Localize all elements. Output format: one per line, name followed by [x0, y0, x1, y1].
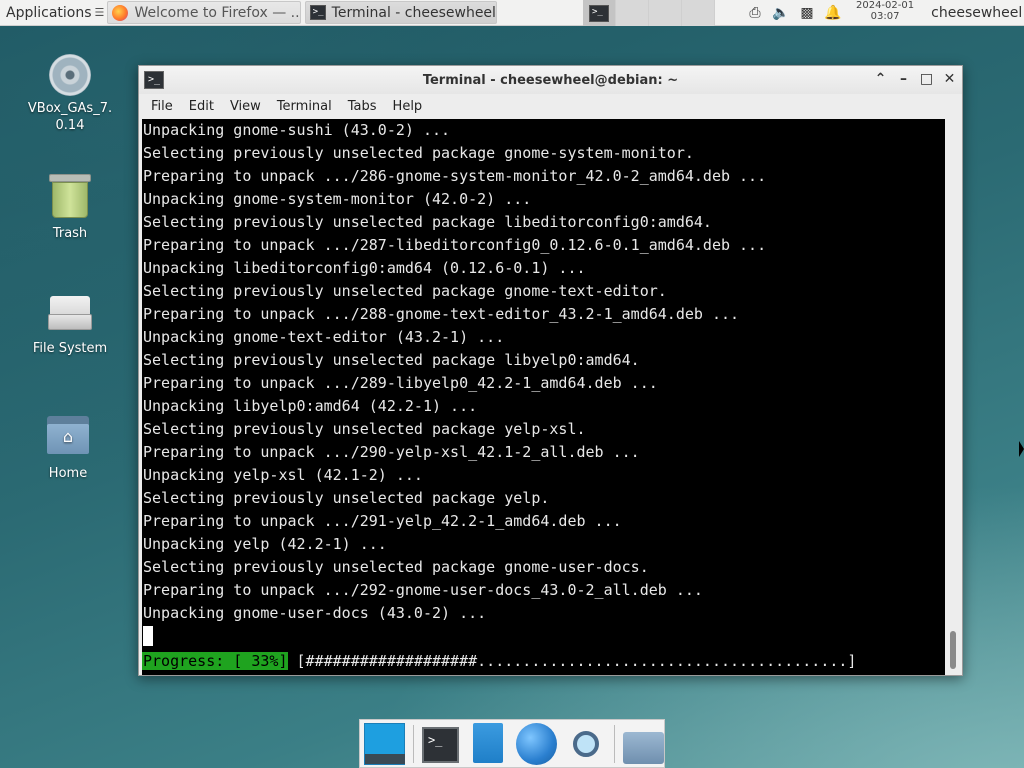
web-browser-icon[interactable] — [516, 722, 558, 765]
menu-help[interactable]: Help — [385, 99, 431, 114]
applications-menu[interactable]: Applications ☰ — [0, 0, 105, 25]
terminal-window: >_ Terminal - cheesewheel@debian: ~ ⌃ – … — [138, 65, 963, 676]
clock[interactable]: 2024-02-01 03:07 — [851, 0, 919, 25]
user-menu[interactable]: cheesewheel — [927, 0, 1024, 25]
workspace-switcher: >_ — [582, 0, 715, 26]
notification-bell-icon[interactable]: 🔔 — [824, 5, 841, 21]
terminal-line: Preparing to unpack .../292-gnome-user-d… — [143, 581, 703, 599]
desktop-icon-trash[interactable]: Trash — [25, 174, 115, 241]
battery-icon[interactable]: ▩ — [799, 5, 815, 21]
maximize-button[interactable]: □ — [918, 70, 935, 88]
task-label: Welcome to Firefox — ... — [134, 4, 301, 21]
terminal-line: Unpacking gnome-user-docs (43.0-2) ... — [143, 604, 487, 622]
terminal-icon: >_ — [309, 5, 326, 20]
terminal-cursor — [143, 626, 153, 646]
desktop-icon-vbox-gas[interactable]: VBox_GAs_7. 0.14 — [25, 54, 115, 134]
terminal-line: Preparing to unpack .../289-libyelp0_42.… — [143, 374, 658, 392]
desktop-icon-label: File System — [32, 341, 108, 356]
app-finder-icon[interactable] — [565, 723, 606, 765]
terminal-line: Preparing to unpack .../287-libeditorcon… — [143, 236, 767, 254]
home-folder-icon: ⌂ — [47, 414, 89, 454]
terminal-line: Selecting previously unselected package … — [143, 489, 550, 507]
terminal-line: Selecting previously unselected package … — [143, 351, 640, 369]
close-button[interactable]: ✕ — [941, 70, 958, 88]
menu-file[interactable]: File — [143, 99, 181, 114]
mouse-pointer-icon — [1019, 441, 1024, 457]
drive-icon — [48, 296, 92, 332]
terminal-line: Unpacking libyelp0:amd64 (42.2-1) ... — [143, 397, 478, 415]
terminal-scrollbar[interactable] — [946, 119, 960, 675]
clock-time: 03:07 — [870, 11, 900, 22]
applications-label: Applications — [6, 4, 92, 21]
desktop-icon-label: Home — [48, 466, 88, 481]
firefox-icon — [112, 4, 129, 21]
terminal-line: Selecting previously unselected package … — [143, 213, 712, 231]
terminal-line: Unpacking gnome-text-editor (43.2-1) ... — [143, 328, 505, 346]
desktop-icon-file-system[interactable]: File System — [25, 296, 115, 356]
volume-icon[interactable]: 🔈 — [772, 5, 789, 21]
terminal-icon[interactable]: >_ — [144, 71, 164, 89]
menu-bar: File Edit View Terminal Tabs Help — [139, 94, 962, 118]
progress-label: Progress: [ 33%] — [142, 652, 288, 670]
file-manager-icon[interactable] — [467, 722, 508, 765]
progress-line: Progress: [ 33%] [###################...… — [142, 650, 856, 673]
terminal-line: Preparing to unpack .../290-yelp-xsl_42.… — [143, 443, 640, 461]
progress-bar-text: [###################....................… — [287, 652, 857, 670]
terminal-line: Selecting previously unselected package … — [143, 420, 586, 438]
menu-tabs[interactable]: Tabs — [340, 99, 385, 114]
taskbar-terminal[interactable]: >_ Terminal - cheesewheel... — [304, 1, 497, 24]
menu-glyph-icon: ☰ — [94, 6, 105, 19]
clock-date: 2024-02-01 — [855, 0, 915, 11]
desktop-icon-home[interactable]: ⌂ Home — [23, 414, 113, 481]
taskbar-firefox[interactable]: Welcome to Firefox — ... — [107, 1, 301, 24]
task-label: Terminal - cheesewheel... — [331, 4, 497, 21]
workspace-4[interactable] — [681, 0, 715, 26]
terminal-line: Preparing to unpack .../288-gnome-text-e… — [143, 305, 740, 323]
terminal-lines: Unpacking gnome-sushi (43.0-2) ... Select… — [142, 119, 945, 625]
terminal-line: Unpacking yelp-xsl (42.1-2) ... — [143, 466, 423, 484]
workspace-1[interactable]: >_ — [582, 0, 616, 26]
terminal-line: Unpacking gnome-sushi (43.0-2) ... — [143, 121, 451, 139]
dock: >_ — [359, 719, 665, 768]
menu-edit[interactable]: Edit — [181, 99, 222, 114]
minimize-button[interactable]: – — [895, 70, 912, 88]
menu-view[interactable]: View — [222, 99, 269, 114]
terminal-line: Unpacking libeditorconfig0:amd64 (0.12.6… — [143, 259, 586, 277]
desktop-icon-label: VBox_GAs_7. 0.14 — [27, 101, 113, 133]
terminal-line: Selecting previously unselected package … — [143, 282, 667, 300]
trash-icon — [49, 174, 91, 218]
terminal-line: Selecting previously unselected package … — [143, 558, 649, 576]
scroll-thumb[interactable] — [950, 631, 956, 669]
terminal-output[interactable]: Unpacking gnome-sushi (43.0-2) ... Select… — [142, 119, 945, 675]
terminal-line: Unpacking yelp (42.2-1) ... — [143, 535, 387, 553]
show-desktop-icon[interactable] — [364, 722, 405, 765]
dock-separator — [614, 724, 616, 763]
terminal-line: Preparing to unpack .../286-gnome-system… — [143, 167, 767, 185]
cd-rom-icon — [49, 54, 91, 96]
workspace-3[interactable] — [648, 0, 682, 26]
terminal-icon: >_ — [588, 4, 609, 22]
desktop: Applications ☰ Welcome to Firefox — ... … — [0, 0, 1024, 768]
top-panel: Applications ☰ Welcome to Firefox — ... … — [0, 0, 1024, 26]
window-title: Terminal - cheesewheel@debian: ~ — [422, 72, 679, 88]
dock-separator — [412, 724, 414, 763]
network-icon[interactable]: ⎙ — [747, 5, 763, 21]
menu-terminal[interactable]: Terminal — [269, 99, 340, 114]
shade-button[interactable]: ⌃ — [872, 70, 889, 88]
terminal-line: Preparing to unpack .../291-yelp_42.2-1_… — [143, 512, 622, 530]
terminal-line: Selecting previously unselected package … — [143, 144, 694, 162]
title-bar[interactable]: >_ Terminal - cheesewheel@debian: ~ ⌃ – … — [139, 66, 962, 94]
terminal-icon[interactable]: >_ — [421, 727, 460, 763]
window-controls: ⌃ – □ ✕ — [872, 70, 958, 88]
workspace-2[interactable] — [615, 0, 649, 26]
system-tray: ⎙ 🔈 ▩ 🔔 — [747, 0, 841, 25]
desktop-icon-label: Trash — [52, 226, 88, 241]
folder-icon[interactable] — [623, 731, 665, 764]
terminal-line: Unpacking gnome-system-monitor (42.0-2) … — [143, 190, 532, 208]
